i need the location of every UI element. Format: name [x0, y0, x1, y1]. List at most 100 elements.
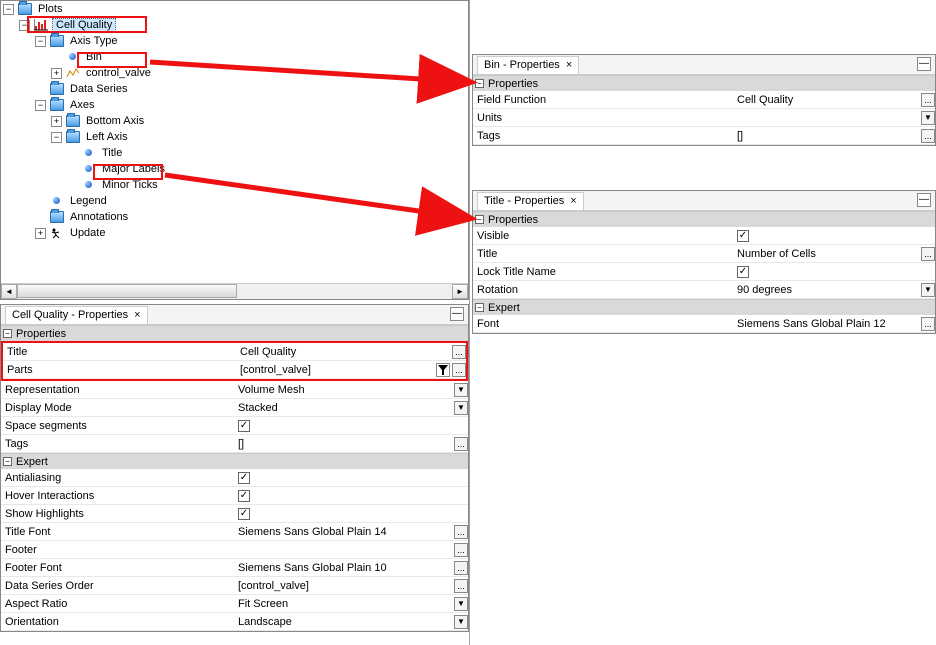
close-icon[interactable]: ×	[566, 59, 572, 71]
collapse-icon[interactable]: −	[19, 20, 30, 31]
ellipsis-button[interactable]: ...	[921, 317, 935, 331]
collapse-icon[interactable]: −	[3, 329, 12, 338]
minimize-button[interactable]: —	[917, 193, 931, 207]
tree-node-control-valve[interactable]: control_valve	[84, 67, 153, 79]
ellipsis-button[interactable]: ...	[452, 345, 466, 359]
ellipsis-button[interactable]: ...	[452, 363, 466, 377]
tree-node-plots[interactable]: Plots	[36, 3, 64, 15]
prop-value-field-function[interactable]: Cell Quality	[737, 94, 919, 106]
prop-label-tags: Tags	[1, 438, 234, 450]
scroll-left-button[interactable]: ◄	[1, 284, 17, 299]
dropdown-icon[interactable]: ▼	[454, 401, 468, 415]
prop-value-display-mode[interactable]: Stacked	[238, 402, 452, 414]
expand-icon[interactable]: +	[51, 68, 62, 79]
checkbox-lock-title[interactable]: ✓	[737, 266, 749, 278]
dropdown-icon[interactable]: ▼	[921, 111, 935, 125]
expand-icon[interactable]: +	[35, 228, 46, 239]
panel-tab[interactable]: Bin - Properties ×	[477, 56, 579, 74]
tree-node-axis-type[interactable]: Axis Type	[68, 35, 120, 47]
minimize-button[interactable]: —	[917, 57, 931, 71]
chart-icon	[34, 19, 48, 31]
prop-label-data-series-order: Data Series Order	[1, 580, 234, 592]
prop-value-title-font[interactable]: Siemens Sans Global Plain 14	[238, 526, 452, 538]
close-icon[interactable]: ×	[570, 195, 576, 207]
tree-node-bottom-axis[interactable]: Bottom Axis	[84, 115, 146, 127]
ellipsis-button[interactable]: ...	[454, 437, 468, 451]
checkbox-space-segments[interactable]: ✓	[238, 420, 250, 432]
checkbox-show-highlights[interactable]: ✓	[238, 508, 250, 520]
tree-node-update[interactable]: Update	[68, 227, 107, 239]
group-header-expert[interactable]: − Expert	[473, 299, 935, 315]
collapse-icon[interactable]: −	[35, 100, 46, 111]
prop-value-title[interactable]: Cell Quality	[240, 346, 450, 358]
scroll-thumb[interactable]	[17, 284, 237, 298]
group-header-properties[interactable]: − Properties	[473, 211, 935, 227]
scroll-right-button[interactable]: ►	[452, 284, 468, 299]
group-header-properties[interactable]: − Properties	[1, 325, 468, 341]
group-label: Properties	[488, 214, 538, 226]
tree-node-axes[interactable]: Axes	[68, 99, 96, 111]
folder-icon	[50, 83, 64, 95]
group-header-properties[interactable]: − Properties	[473, 75, 935, 91]
filter-icon[interactable]	[436, 363, 450, 377]
prop-value-aspect-ratio[interactable]: Fit Screen	[238, 598, 452, 610]
group-label: Expert	[16, 456, 48, 468]
prop-label-field-function: Field Function	[473, 94, 733, 106]
navigation-tree[interactable]: − Plots − Cell Quality − Axis T	[0, 0, 469, 300]
panel-tab[interactable]: Cell Quality - Properties ×	[5, 306, 148, 324]
dropdown-icon[interactable]: ▼	[454, 615, 468, 629]
ellipsis-button[interactable]: ...	[921, 93, 935, 107]
dropdown-icon[interactable]: ▼	[921, 283, 935, 297]
prop-value-tags[interactable]: []	[238, 438, 452, 450]
ellipsis-button[interactable]: ...	[454, 579, 468, 593]
tree-node-cell-quality[interactable]: Cell Quality	[52, 18, 116, 32]
tree-node-title[interactable]: Title	[100, 147, 124, 159]
checkbox-hover[interactable]: ✓	[238, 490, 250, 502]
collapse-icon[interactable]: −	[35, 36, 46, 47]
collapse-icon[interactable]: −	[475, 303, 484, 312]
collapse-icon[interactable]: −	[3, 457, 12, 466]
collapse-icon[interactable]: −	[51, 132, 62, 143]
dropdown-icon[interactable]: ▼	[454, 383, 468, 397]
tree-node-bin[interactable]: Bin	[84, 51, 104, 63]
prop-label-aspect-ratio: Aspect Ratio	[1, 598, 234, 610]
tree-node-major-labels[interactable]: Major Labels	[100, 163, 167, 175]
tree-node-annotations[interactable]: Annotations	[68, 211, 130, 223]
tree-node-legend[interactable]: Legend	[68, 195, 109, 207]
checkbox-visible[interactable]: ✓	[737, 230, 749, 242]
tree-node-data-series[interactable]: Data Series	[68, 83, 129, 95]
ellipsis-button[interactable]: ...	[454, 561, 468, 575]
prop-value-font[interactable]: Siemens Sans Global Plain 12	[737, 318, 919, 330]
panel-tab[interactable]: Title - Properties ×	[477, 192, 584, 210]
checkbox-antialiasing[interactable]: ✓	[238, 472, 250, 484]
prop-value-data-series-order[interactable]: [control_valve]	[238, 580, 452, 592]
scroll-track[interactable]	[17, 284, 452, 299]
folder-icon	[66, 131, 80, 143]
prop-value-tags[interactable]: []	[737, 130, 919, 142]
tree-node-minor-ticks[interactable]: Minor Ticks	[100, 179, 160, 191]
ellipsis-button[interactable]: ...	[454, 543, 468, 557]
panel-title: Bin - Properties	[484, 59, 560, 71]
prop-value-footer-font[interactable]: Siemens Sans Global Plain 10	[238, 562, 452, 574]
group-header-expert[interactable]: − Expert	[1, 453, 468, 469]
dropdown-icon[interactable]: ▼	[454, 597, 468, 611]
prop-label-parts: Parts	[3, 364, 236, 376]
prop-label-rotation: Rotation	[473, 284, 733, 296]
ellipsis-button[interactable]: ...	[454, 525, 468, 539]
ellipsis-button[interactable]: ...	[921, 247, 935, 261]
prop-value-orientation[interactable]: Landscape	[238, 616, 452, 628]
close-icon[interactable]: ×	[134, 309, 140, 321]
property-icon	[82, 179, 96, 191]
prop-value-rotation[interactable]: 90 degrees	[737, 284, 919, 296]
ellipsis-button[interactable]: ...	[921, 129, 935, 143]
prop-value-title[interactable]: Number of Cells	[737, 248, 919, 260]
collapse-icon[interactable]: −	[475, 79, 484, 88]
expand-icon[interactable]: +	[51, 116, 62, 127]
minimize-button[interactable]: —	[450, 307, 464, 321]
prop-value-parts[interactable]: [control_valve]	[240, 364, 434, 376]
collapse-icon[interactable]: −	[475, 215, 484, 224]
prop-label-display-mode: Display Mode	[1, 402, 234, 414]
prop-value-representation[interactable]: Volume Mesh	[238, 384, 452, 396]
tree-node-left-axis[interactable]: Left Axis	[84, 131, 130, 143]
collapse-icon[interactable]: −	[3, 4, 14, 15]
